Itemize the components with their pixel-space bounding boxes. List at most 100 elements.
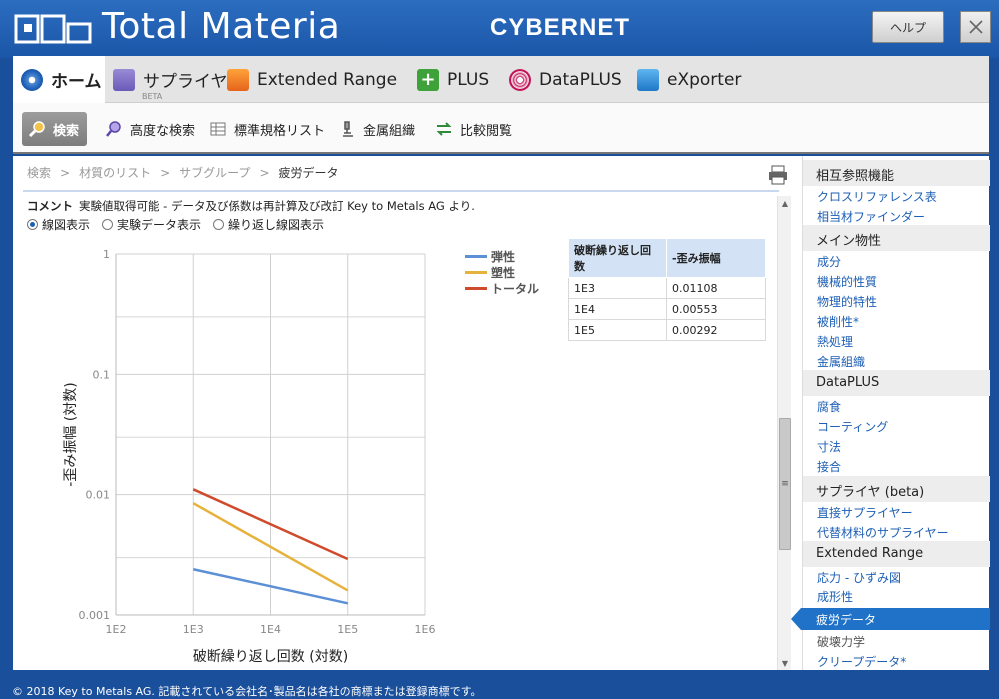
content-divider — [23, 190, 779, 192]
legend-item-plastic: 塑性 — [465, 264, 539, 280]
sidebar-section-extended-range: Extended Range — [803, 541, 990, 567]
microscope-icon — [343, 121, 353, 137]
comment-label: コメント — [27, 199, 73, 213]
subtab-microstructure[interactable]: 金属組織 — [338, 112, 415, 146]
close-button[interactable] — [960, 11, 991, 43]
y-tick-label: 1 — [103, 248, 110, 261]
table-row: 1E5 0.00292 — [568, 319, 766, 341]
app-header: Total Materia CYBERNET ヘルプ — [0, 0, 999, 58]
y-tick-label: 0.001 — [79, 609, 111, 622]
sidebar-link-cross-reference[interactable]: クロスリファレンス表 — [817, 188, 937, 205]
table-cell: 1E5 — [568, 319, 667, 341]
supplier-icon — [113, 68, 135, 91]
subtab-compare[interactable]: 比較閲覧 — [435, 112, 512, 146]
scroll-down-icon[interactable]: ▼ — [778, 656, 792, 670]
sidebar-link-joining[interactable]: 接合 — [817, 458, 841, 475]
legend-label: 弾性 — [491, 249, 516, 264]
sidebar-link-alt-supplier[interactable]: 代替材料のサプライヤー — [817, 524, 949, 541]
radio-icon[interactable] — [213, 219, 225, 230]
sidebar-link-heat-treatment[interactable]: 熱処理 — [817, 333, 853, 350]
table-cell: 0.00292 — [666, 319, 766, 341]
sidebar-link-fatigue-active[interactable]: 疲労データ — [791, 608, 990, 630]
y-axis-label: -歪み振幅 (対数) — [63, 382, 79, 486]
sub-toolbar: 検索 高度な検索 標準規格リスト 金属組織 比較閲覧 — [13, 103, 989, 154]
view-option-label: 繰り返し線図表示 — [228, 218, 325, 232]
view-option-chart[interactable]: 線図表示 — [27, 216, 90, 233]
comment-line: コメント 実験値取得可能 - データ及び係数は再計算及び改訂 Key to Met… — [27, 198, 475, 214]
vertical-scrollbar[interactable]: ▲ ≡ ▼ — [777, 196, 791, 670]
tab-label: ホーム — [51, 72, 102, 92]
tab-supplier[interactable]: サプライヤ BETA — [113, 56, 228, 103]
sidebar-link-composition[interactable]: 成分 — [817, 253, 841, 270]
fatigue-chart: 1 0.1 0.01 0.0011E2 1E3 1E4 1E5 1E6 破断繰り返し回数 (対数… — [63, 248, 435, 665]
table-cell: 1E3 — [568, 277, 667, 299]
subtab-label: 検索 — [53, 123, 80, 139]
table-header: -歪み振幅 — [666, 238, 766, 278]
breadcrumb-item[interactable]: サブグループ — [179, 166, 250, 180]
subtab-search[interactable]: 検索 — [22, 112, 88, 146]
tab-extended-range[interactable]: Extended Range — [227, 56, 397, 103]
sidebar-link-machinability[interactable]: 被削性* — [817, 313, 859, 330]
sidebar-link-stress-strain[interactable]: 応力 - ひずみ図 — [817, 569, 901, 586]
beta-badge: BETA — [142, 92, 163, 101]
sidebar-link-dimensions[interactable]: 寸法 — [817, 438, 841, 455]
close-icon — [968, 20, 983, 34]
subtab-standards-list[interactable]: 標準規格リスト — [209, 112, 325, 146]
extended-range-icon — [227, 68, 249, 91]
breadcrumb-item[interactable]: 材質のリスト — [79, 166, 151, 180]
view-option-label: 線図表示 — [42, 218, 91, 232]
tab-label: Extended Range — [257, 69, 398, 90]
breadcrumb-current: 疲労データ — [278, 166, 339, 180]
breadcrumb-separator: > — [259, 166, 270, 180]
home-icon — [21, 68, 43, 91]
radio-selected-icon[interactable] — [27, 219, 38, 230]
y-tick-label: 0.1 — [93, 368, 111, 381]
sidebar-link-physical[interactable]: 物理的特性 — [817, 293, 877, 310]
sidebar-section-supplier: サプライヤ (beta) — [803, 476, 990, 502]
scroll-up-icon[interactable]: ▲ — [778, 196, 792, 210]
view-option-cyclic[interactable]: 繰り返し線図表示 — [213, 216, 324, 233]
legend-item-elastic: 弾性 — [465, 248, 539, 264]
x-axis-label: 破断繰り返し回数 (対数) — [193, 649, 348, 665]
main-tab-bar: ホーム サプライヤ BETA Extended Range + PLUS Dat… — [13, 56, 989, 103]
sidebar: 相互参照機能 クロスリファレンス表 相当材ファインダー メイン物性 成分 機械的… — [791, 156, 990, 670]
tab-plus[interactable]: + PLUS — [417, 56, 489, 103]
sidebar-link-coating[interactable]: コーティング — [817, 418, 888, 435]
view-options: 線図表示 実験データ表示 繰り返し線図表示 — [27, 216, 336, 233]
table-row: 1E3 0.01108 — [568, 277, 766, 299]
table-row: 1E4 0.00553 — [568, 298, 766, 320]
radio-icon[interactable] — [102, 219, 114, 230]
chart-legend: 弾性 塑性 トータル — [465, 248, 539, 296]
sidebar-link-direct-supplier[interactable]: 直接サプライヤー — [817, 504, 913, 521]
help-button[interactable]: ヘルプ — [872, 11, 944, 43]
legend-label: 塑性 — [491, 265, 516, 280]
subtab-label: 高度な検索 — [130, 123, 196, 139]
breadcrumb-separator: > — [160, 166, 171, 180]
sidebar-link-corrosion[interactable]: 腐食 — [817, 398, 841, 415]
footer-copyright: © 2018 Key to Metals AG. 記載されている会社名･製品名は… — [0, 680, 999, 699]
view-option-label: 実験データ表示 — [117, 218, 202, 232]
brand-logo: CYBERNET — [490, 14, 631, 41]
view-option-experimental[interactable]: 実験データ表示 — [102, 216, 201, 233]
table-cell: 1E4 — [568, 298, 667, 320]
tab-dataplus[interactable]: DataPLUS — [509, 56, 622, 103]
subtab-label: 金属組織 — [363, 123, 416, 139]
breadcrumb: 検索 > 材質のリスト > サブグループ > 疲労データ — [27, 164, 339, 181]
sidebar-link-creep[interactable]: クリープデータ* — [817, 653, 906, 670]
sidebar-link-equivalent-finder[interactable]: 相当材ファインダー — [817, 208, 925, 225]
sidebar-link-mechanical[interactable]: 機械的性質 — [817, 273, 877, 290]
breadcrumb-item[interactable]: 検索 — [27, 166, 51, 180]
print-icon[interactable] — [767, 164, 789, 186]
subtab-label: 比較閲覧 — [460, 123, 513, 139]
app-title: Total Materia — [102, 6, 341, 47]
sidebar-link-fracture[interactable]: 破壊力学 — [817, 633, 865, 650]
scroll-thumb[interactable]: ≡ — [779, 418, 791, 550]
subtab-advanced-search[interactable]: 高度な検索 — [105, 112, 195, 146]
tab-home[interactable]: ホーム — [13, 56, 105, 103]
sidebar-link-formability[interactable]: 成形性 — [817, 588, 853, 605]
tab-exporter[interactable]: eXporter — [637, 56, 741, 103]
sidebar-link-microstructure[interactable]: 金属組織 — [817, 353, 865, 370]
legend-swatch — [465, 286, 487, 290]
plus-icon: + — [417, 68, 439, 91]
subtab-label: 標準規格リスト — [234, 123, 326, 139]
